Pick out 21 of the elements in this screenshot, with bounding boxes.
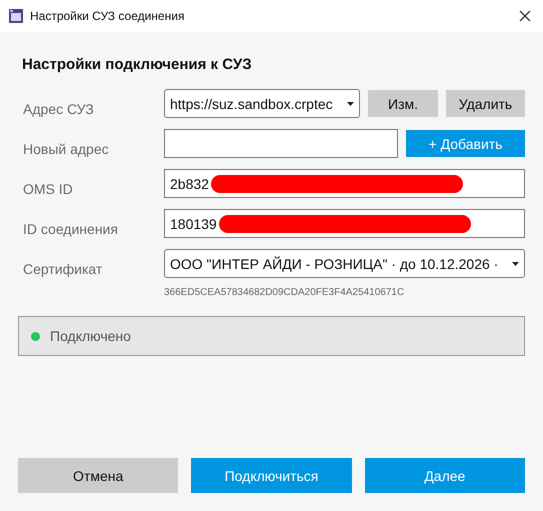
app-icon: [8, 8, 24, 24]
field-label: Адрес СУЗ: [22, 100, 95, 117]
dropdown-field[interactable]: https://suz.sandbox.crptec: [164, 89, 360, 118]
input-field[interactable]: 2b832: [164, 169, 525, 198]
field-label: OMS ID: [22, 180, 74, 197]
status-text: Подключено: [50, 328, 131, 344]
dialog-button[interactable]: Отмена: [18, 458, 178, 493]
input-field[interactable]: [164, 129, 398, 158]
field-label: Сертификат: [22, 260, 104, 277]
section-heading: Настройки подключения к СУЗ: [21, 56, 253, 73]
field-label: ID соединения: [22, 220, 119, 237]
action-button[interactable]: Изм.: [368, 90, 438, 117]
input-field[interactable]: 180139: [164, 209, 525, 238]
certificate-thumbprint: 366ED5CEA57834682D09CDA20FE3F4A25410671C: [164, 287, 406, 298]
close-icon[interactable]: [519, 10, 531, 22]
field-label: Новый адрес: [22, 140, 110, 157]
window-title: Настройки СУЗ соединения: [30, 9, 186, 23]
caret-icon: [512, 262, 519, 266]
action-button[interactable]: Удалить: [446, 90, 525, 117]
dropdown-field[interactable]: ООО "ИНТЕР АЙДИ - РОЗНИЦА" · до 10.12.2026 ·: [164, 249, 525, 278]
caret-icon: [347, 102, 354, 106]
